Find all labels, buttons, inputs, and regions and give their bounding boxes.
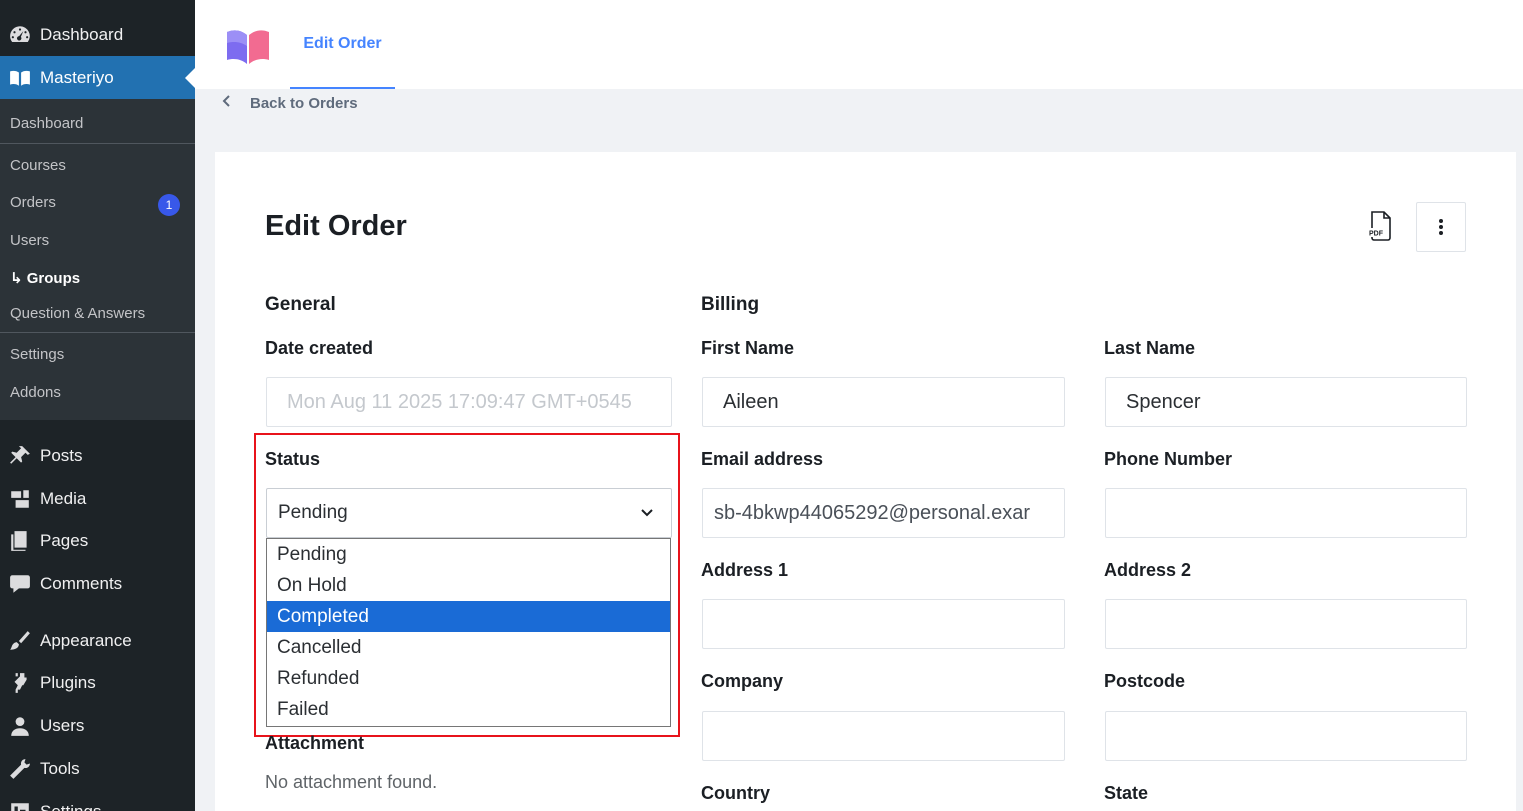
submenu-addons[interactable]: Addons [10, 382, 61, 404]
back-link-label: Back to Orders [250, 94, 358, 112]
menu-comments[interactable]: Comments [0, 562, 195, 605]
general-heading: General [265, 294, 336, 315]
plugin-header: Edit Order [195, 0, 1523, 89]
pdf-file-icon: PDF [1368, 211, 1391, 241]
email-field[interactable]: sb-4bkwp44065292@personal.exar [702, 488, 1065, 538]
comment-icon [0, 573, 40, 595]
submenu-courses[interactable]: Courses [10, 155, 66, 177]
billing-heading: Billing [701, 294, 760, 315]
menu-users[interactable]: Users [0, 704, 195, 747]
menu-comments-label: Comments [40, 573, 123, 593]
more-options-button[interactable] [1416, 202, 1466, 252]
menu-plugins-label: Plugins [40, 672, 96, 692]
menu-settings[interactable]: Settings [0, 790, 195, 811]
submenu-groups-label: Groups [26, 270, 81, 287]
chevron-left-icon [222, 94, 250, 112]
menu-dashboard[interactable]: Dashboard [0, 13, 195, 56]
menu-posts-label: Posts [40, 445, 83, 465]
more-vertical-icon [1439, 219, 1443, 235]
menu-appearance-label: Appearance [40, 630, 132, 650]
state-label: State [1104, 783, 1149, 803]
menu-masteriyo-label: Masteriyo [40, 67, 114, 87]
status-option-cancelled[interactable]: Cancelled [267, 632, 670, 663]
pdf-download-button[interactable]: PDF [1365, 210, 1397, 242]
phone-field[interactable] [1105, 488, 1467, 538]
admin-sidebar: Dashboard Masteriyo Dashboard Courses Or… [0, 0, 195, 811]
menu-plugins[interactable]: Plugins [0, 661, 195, 704]
page-title: Edit Order [265, 210, 407, 242]
menu-masteriyo[interactable]: Masteriyo [0, 56, 195, 99]
submenu-users[interactable]: Users [10, 230, 49, 252]
status-selected-value: Pending [278, 502, 348, 523]
menu-media-label: Media [40, 488, 87, 508]
submenu-arrow-icon: ↳ [10, 270, 23, 287]
submenu-divider [0, 332, 195, 333]
first-name-field[interactable]: Aileen [702, 377, 1065, 427]
settings-icon [0, 801, 40, 811]
tab-edit-order[interactable]: Edit Order [290, 0, 395, 89]
media-icon [0, 488, 40, 510]
menu-tools-label: Tools [40, 758, 80, 778]
menu-tools[interactable]: Tools [0, 747, 195, 790]
menu-users-label: Users [40, 715, 85, 735]
status-select[interactable]: Pending [266, 488, 672, 538]
menu-media[interactable]: Media [0, 477, 195, 520]
date-created-field: Mon Aug 11 2025 17:09:47 GMT+0545 [266, 377, 672, 427]
book-icon [0, 67, 40, 89]
email-label: Email address [701, 449, 824, 469]
menu-settings-label: Settings [40, 801, 102, 811]
last-name-field[interactable]: Spencer [1105, 377, 1467, 427]
pdf-icon-text: PDF [1369, 231, 1384, 238]
pin-icon [0, 445, 40, 467]
wrench-icon [0, 758, 40, 780]
menu-dashboard-label: Dashboard [40, 24, 124, 44]
pages-icon [0, 530, 40, 552]
postcode-label: Postcode [1104, 671, 1186, 691]
submenu-question-answers[interactable]: Question & Answers [10, 303, 145, 325]
status-dropdown-list: Pending On Hold Completed Cancelled Refu… [266, 538, 671, 727]
status-option-failed[interactable]: Failed [267, 694, 670, 725]
menu-pages-label: Pages [40, 530, 89, 550]
status-label: Status [265, 449, 321, 469]
status-option-pending[interactable]: Pending [267, 539, 670, 570]
plugin-icon [0, 672, 40, 694]
last-name-label: Last Name [1104, 338, 1196, 358]
address2-field[interactable] [1105, 599, 1467, 649]
submenu-dashboard[interactable]: Dashboard [10, 113, 83, 135]
brush-icon [0, 630, 40, 652]
phone-label: Phone Number [1104, 449, 1233, 469]
attachment-label: Attachment [265, 733, 365, 753]
masteriyo-logo [227, 30, 269, 64]
status-option-on-hold[interactable]: On Hold [267, 570, 670, 601]
address1-label: Address 1 [701, 560, 789, 580]
menu-posts[interactable]: Posts [0, 434, 195, 477]
address2-label: Address 2 [1104, 560, 1192, 580]
menu-pages[interactable]: Pages [0, 519, 195, 562]
status-option-refunded[interactable]: Refunded [267, 663, 670, 694]
company-field[interactable] [702, 711, 1065, 761]
submenu-groups[interactable]: ↳ Groups [10, 268, 80, 290]
date-created-label: Date created [265, 338, 374, 358]
first-name-label: First Name [701, 338, 795, 358]
submenu-settings[interactable]: Settings [10, 344, 64, 366]
user-icon [0, 715, 40, 737]
submenu-divider [0, 143, 195, 144]
company-label: Company [701, 671, 784, 691]
postcode-field[interactable] [1105, 711, 1467, 761]
submenu-orders[interactable]: Orders [10, 192, 56, 214]
country-label: Country [701, 783, 770, 803]
address1-field[interactable] [702, 599, 1065, 649]
orders-count-badge: 1 [158, 194, 180, 216]
status-option-completed[interactable]: Completed [267, 601, 670, 632]
dashboard-icon [0, 24, 40, 46]
edit-order-card: Edit Order PDF General Date created Mon … [215, 152, 1516, 811]
menu-appearance[interactable]: Appearance [0, 619, 195, 662]
back-to-orders-link[interactable]: Back to Orders [222, 92, 358, 114]
masteriyo-submenu: Dashboard Courses Orders 1 Users ↳ Group… [0, 99, 195, 420]
chevron-down-icon [641, 509, 653, 517]
attachment-status-text: No attachment found. [265, 772, 438, 792]
